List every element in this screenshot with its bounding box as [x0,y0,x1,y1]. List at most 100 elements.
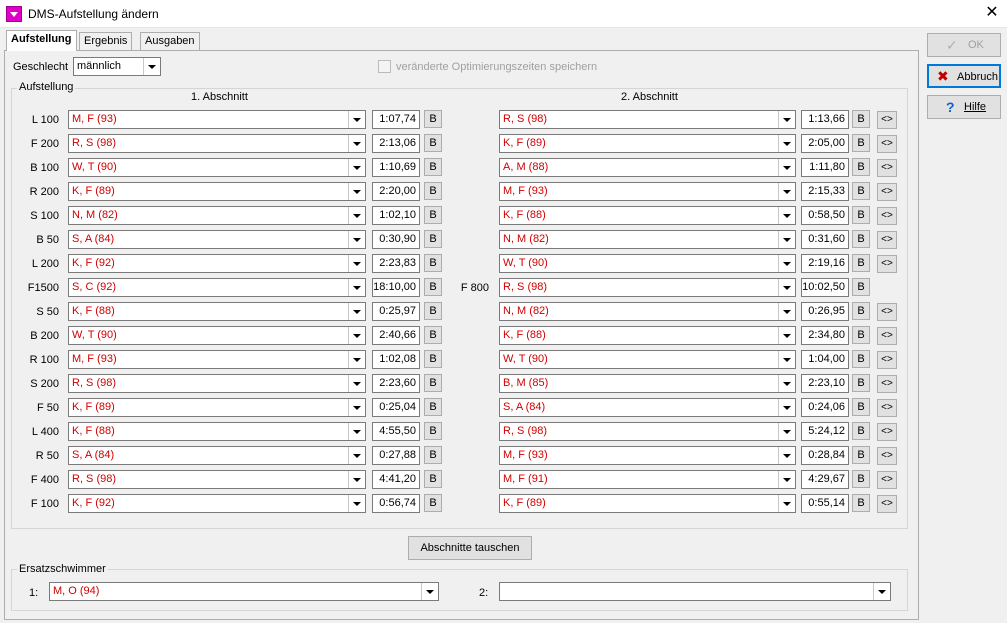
s1-time-field[interactable]: 2:23,60 [372,374,420,393]
s1-best-time-button[interactable]: B [424,206,442,224]
s2-best-time-button[interactable]: B [852,350,870,368]
s2-best-time-button[interactable]: B [852,182,870,200]
s2-time-field[interactable]: 2:23,10 [801,374,849,393]
s2-best-time-button[interactable]: B [852,206,870,224]
s1-time-field[interactable]: 4:41,20 [372,470,420,489]
s1-best-time-button[interactable]: B [424,494,442,512]
s1-swimmer-select[interactable]: K, F (88) [68,422,366,441]
s2-best-time-button[interactable]: B [852,398,870,416]
s1-best-time-button[interactable]: B [424,374,442,392]
s1-swimmer-select[interactable]: N, M (82) [68,206,366,225]
s2-swimmer-select[interactable]: S, A (84) [499,398,796,417]
s1-swimmer-select[interactable]: K, F (88) [68,302,366,321]
ok-button[interactable]: ✓ OK [927,33,1001,57]
swap-row-button[interactable]: <> [877,183,897,201]
s1-swimmer-select[interactable]: M, F (93) [68,350,366,369]
s1-best-time-button[interactable]: B [424,326,442,344]
s2-swimmer-select[interactable]: R, S (98) [499,278,796,297]
s1-time-field[interactable]: 1:10,69 [372,158,420,177]
s1-swimmer-select[interactable]: R, S (98) [68,470,366,489]
s2-time-field[interactable]: 2:05,00 [801,134,849,153]
s2-time-field[interactable]: 0:58,50 [801,206,849,225]
swap-row-button[interactable]: <> [877,375,897,393]
s1-time-field[interactable]: 18:10,00 [372,278,420,297]
s2-time-field[interactable]: 0:26,95 [801,302,849,321]
tab-ergebnis[interactable]: Ergebnis [79,32,133,51]
s1-swimmer-select[interactable]: K, F (89) [68,182,366,201]
close-button[interactable]: ✕ [977,0,1007,28]
s2-best-time-button[interactable]: B [852,422,870,440]
swap-row-button[interactable]: <> [877,327,897,345]
substitute-1-select[interactable]: M, O (94) [49,582,439,601]
s2-swimmer-select[interactable]: R, S (98) [499,422,796,441]
s1-time-field[interactable]: 1:07,74 [372,110,420,129]
swap-row-button[interactable]: <> [877,495,897,513]
s2-swimmer-select[interactable]: K, F (88) [499,206,796,225]
s2-best-time-button[interactable]: B [852,302,870,320]
s2-best-time-button[interactable]: B [852,326,870,344]
s2-time-field[interactable]: 1:13,66 [801,110,849,129]
swap-row-button[interactable]: <> [877,303,897,321]
s1-time-field[interactable]: 4:55,50 [372,422,420,441]
s1-swimmer-select[interactable]: R, S (98) [68,134,366,153]
s1-best-time-button[interactable]: B [424,254,442,272]
s2-swimmer-select[interactable]: M, F (91) [499,470,796,489]
s2-time-field[interactable]: 2:15,33 [801,182,849,201]
swap-row-button[interactable]: <> [877,231,897,249]
s2-time-field[interactable]: 10:02,50 [801,278,849,297]
s2-best-time-button[interactable]: B [852,374,870,392]
s2-time-field[interactable]: 1:11,80 [801,158,849,177]
substitute-2-select[interactable] [499,582,891,601]
s2-swimmer-select[interactable]: N, M (82) [499,230,796,249]
s1-best-time-button[interactable]: B [424,278,442,296]
s2-swimmer-select[interactable]: M, F (93) [499,182,796,201]
s2-swimmer-select[interactable]: W, T (90) [499,254,796,273]
s1-time-field[interactable]: 0:56,74 [372,494,420,513]
s1-best-time-button[interactable]: B [424,110,442,128]
s2-swimmer-select[interactable]: K, F (89) [499,494,796,513]
s2-swimmer-select[interactable]: M, F (93) [499,446,796,465]
swap-row-button[interactable]: <> [877,351,897,369]
s2-swimmer-select[interactable]: B, M (85) [499,374,796,393]
s1-best-time-button[interactable]: B [424,158,442,176]
s2-time-field[interactable]: 0:31,60 [801,230,849,249]
s2-swimmer-select[interactable]: K, F (88) [499,326,796,345]
tab-aufstellung[interactable]: Aufstellung [6,30,77,51]
s1-time-field[interactable]: 2:13,06 [372,134,420,153]
s1-time-field[interactable]: 1:02,08 [372,350,420,369]
s2-swimmer-select[interactable]: K, F (89) [499,134,796,153]
swap-row-button[interactable]: <> [877,423,897,441]
s2-time-field[interactable]: 1:04,00 [801,350,849,369]
s1-best-time-button[interactable]: B [424,302,442,320]
s1-swimmer-select[interactable]: R, S (98) [68,374,366,393]
s2-swimmer-select[interactable]: W, T (90) [499,350,796,369]
swap-row-button[interactable]: <> [877,111,897,129]
s1-swimmer-select[interactable]: S, A (84) [68,230,366,249]
s1-best-time-button[interactable]: B [424,134,442,152]
cancel-button[interactable]: ✖ Abbruch [927,64,1001,88]
s1-best-time-button[interactable]: B [424,470,442,488]
s1-best-time-button[interactable]: B [424,182,442,200]
s1-time-field[interactable]: 0:30,90 [372,230,420,249]
s2-best-time-button[interactable]: B [852,254,870,272]
s1-swimmer-select[interactable]: S, A (84) [68,446,366,465]
swap-row-button[interactable]: <> [877,399,897,417]
s1-time-field[interactable]: 0:25,04 [372,398,420,417]
swap-row-button[interactable]: <> [877,207,897,225]
s1-time-field[interactable]: 2:20,00 [372,182,420,201]
s2-swimmer-select[interactable]: R, S (98) [499,110,796,129]
s2-time-field[interactable]: 0:28,84 [801,446,849,465]
s2-best-time-button[interactable]: B [852,230,870,248]
s1-time-field[interactable]: 0:27,88 [372,446,420,465]
s1-time-field[interactable]: 2:40,66 [372,326,420,345]
swap-row-button[interactable]: <> [877,471,897,489]
s1-time-field[interactable]: 0:25,97 [372,302,420,321]
tab-ausgaben[interactable]: Ausgaben [140,32,200,51]
s2-time-field[interactable]: 5:24,12 [801,422,849,441]
s1-best-time-button[interactable]: B [424,422,442,440]
s1-swimmer-select[interactable]: K, F (89) [68,398,366,417]
s2-best-time-button[interactable]: B [852,446,870,464]
s2-swimmer-select[interactable]: A, M (88) [499,158,796,177]
s1-swimmer-select[interactable]: S, C (92) [68,278,366,297]
s1-swimmer-select[interactable]: M, F (93) [68,110,366,129]
